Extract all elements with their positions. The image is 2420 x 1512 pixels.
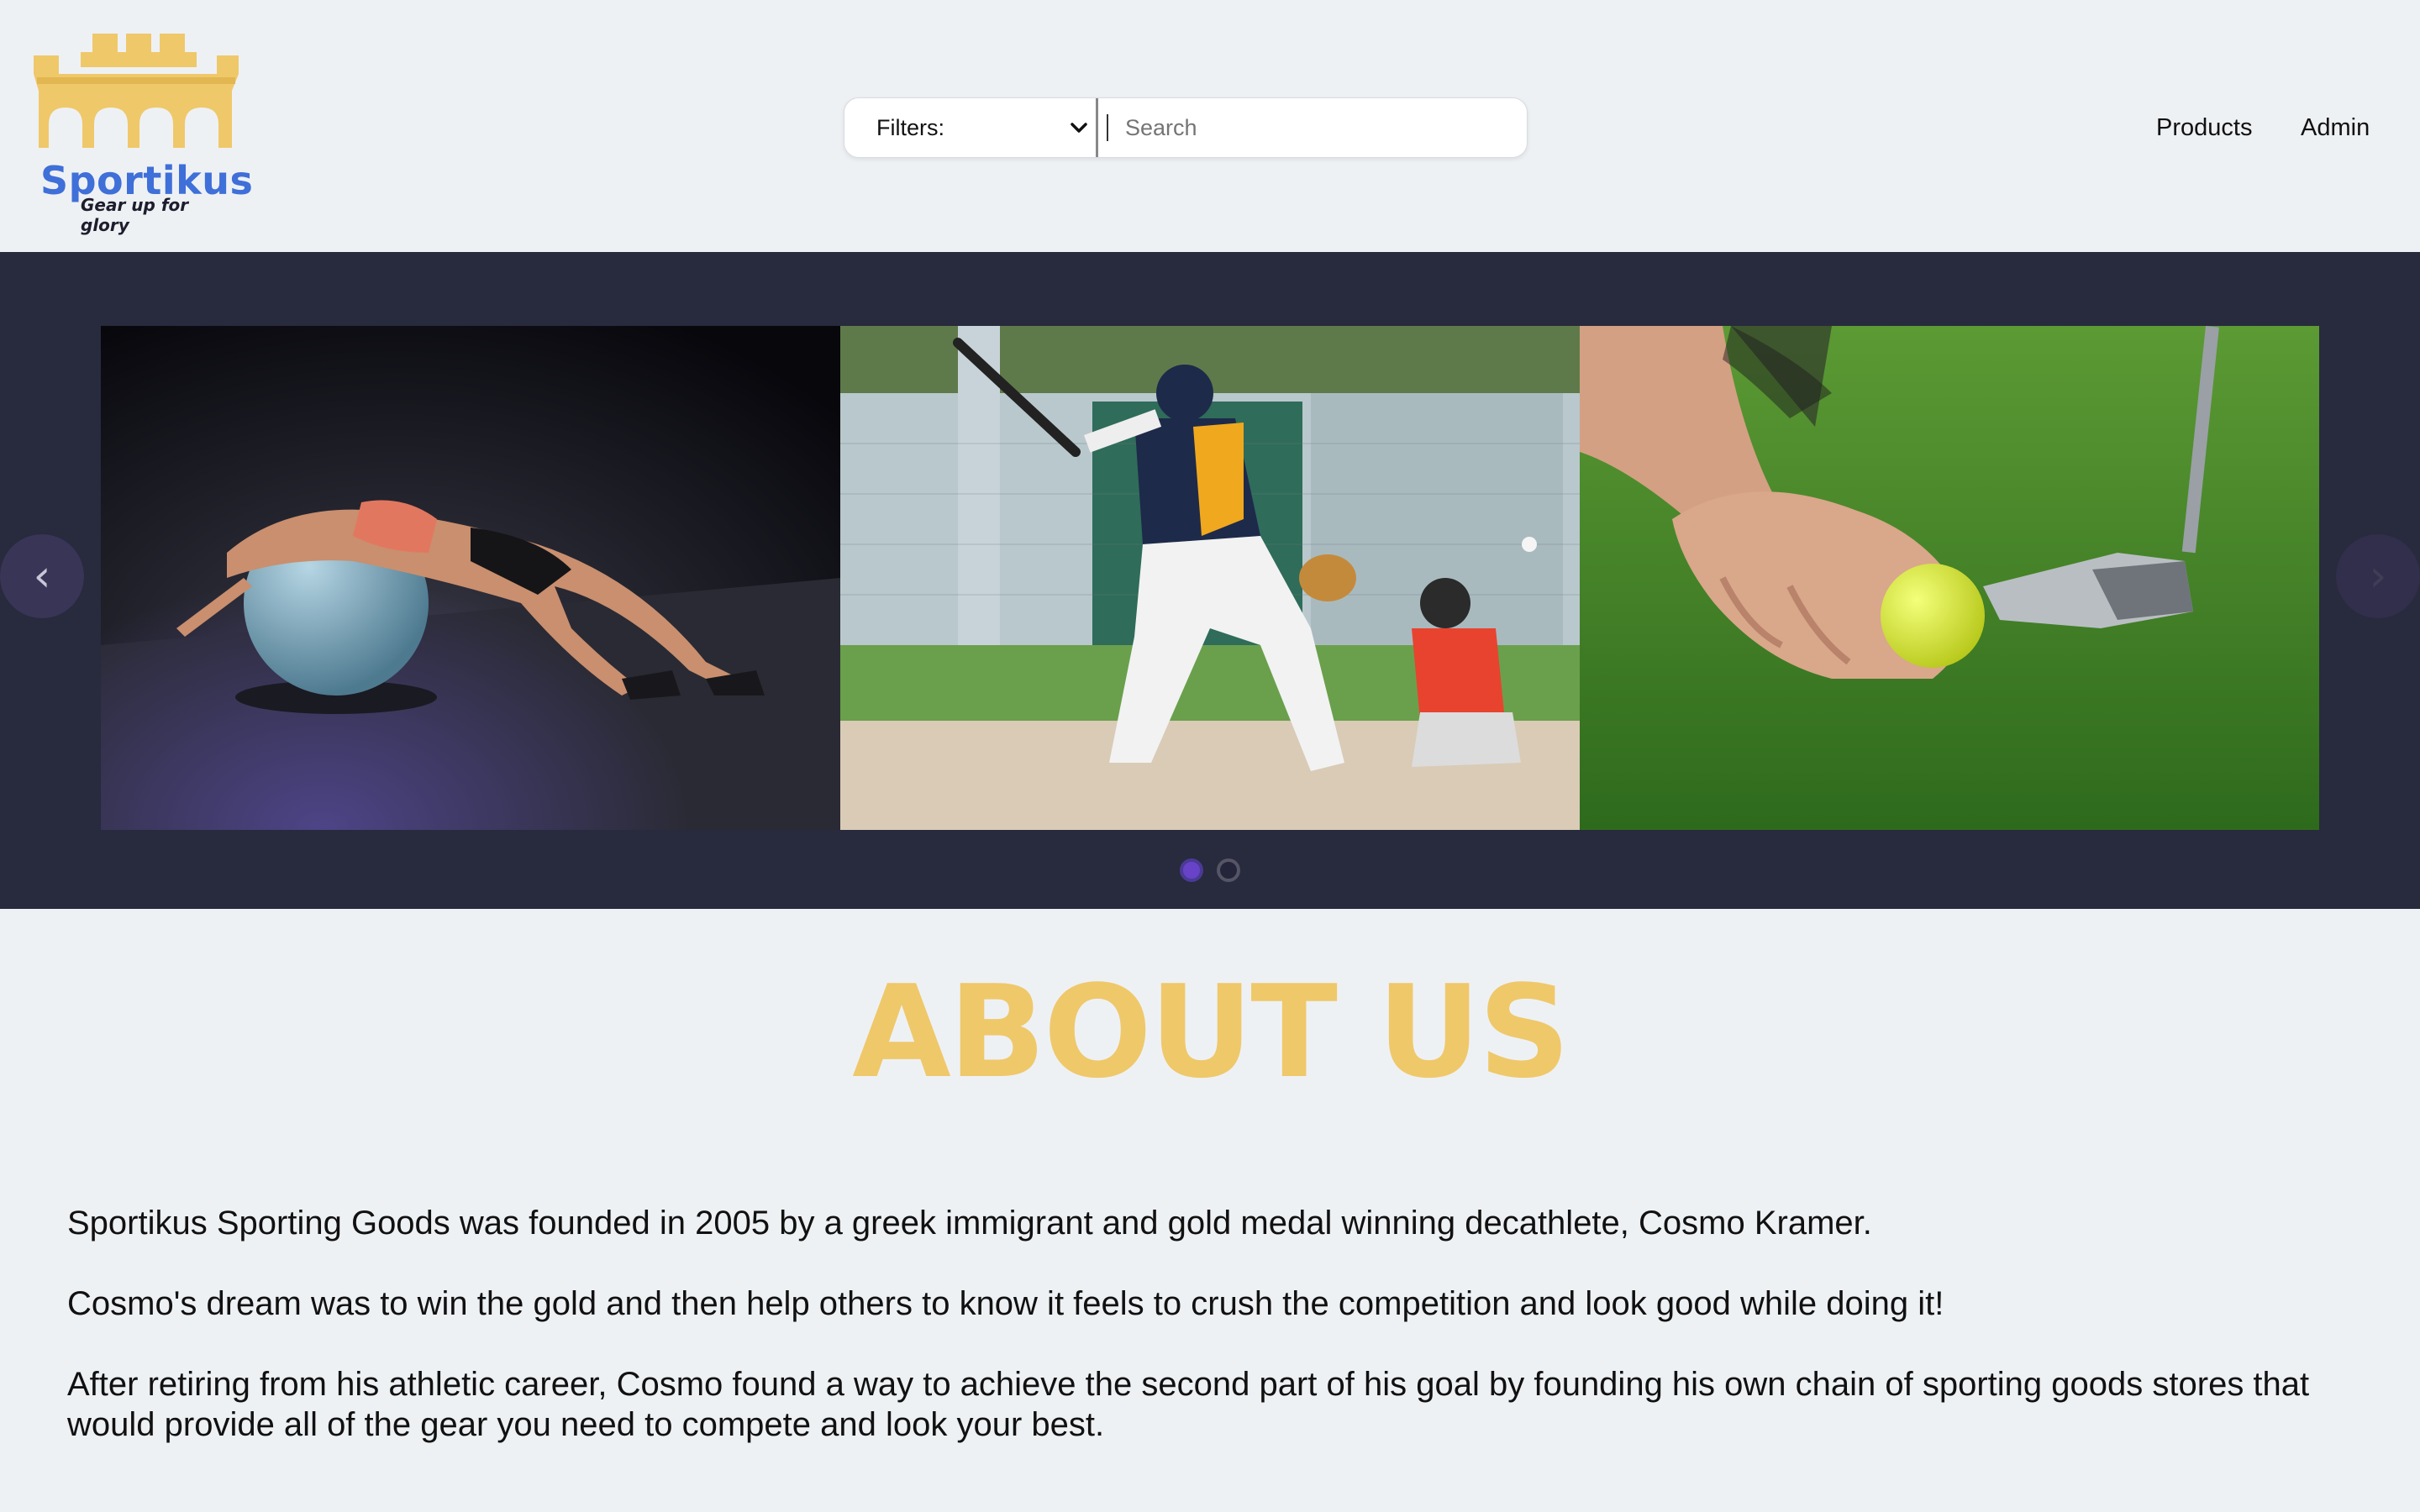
carousel-indicator-active[interactable] [1180,858,1203,882]
golf-image [1580,326,2319,830]
about-paragraph: Cosmo's dream was to win the gold and th… [67,1285,1944,1322]
carousel-next-button[interactable]: › [2336,534,2420,618]
carousel-slide[interactable] [101,326,840,830]
carousel-indicator[interactable] [1217,858,1240,882]
filter-select-value: Filters: [876,114,944,140]
brand-tagline: Gear up for glory [81,195,189,235]
search-bar: Filters: Search [844,97,1528,158]
filter-select[interactable]: Filters: [844,98,1098,157]
carousel-slide[interactable] [840,326,1580,830]
about-heading: ABOUT US [852,958,1570,1106]
hero-carousel: ‹ › [0,252,2420,909]
site-header: Sportikus Gear up for glory Filters: Sea… [0,0,2420,252]
about-paragraph: Sportikus Sporting Goods was founded in … [67,1205,1872,1242]
carousel-slide[interactable] [1580,326,2319,830]
nav-link-products[interactable]: Products [2156,114,2252,142]
fitness-ball-image [101,326,840,830]
text-caret [1107,114,1108,141]
baseball-image [840,326,1580,830]
search-placeholder: Search [1125,114,1197,140]
castle-logo-icon [34,34,239,148]
carousel-prev-button[interactable]: ‹ [0,534,84,618]
search-input[interactable]: Search [1107,98,1518,157]
sportikus-logo[interactable]: Sportikus Gear up for glory [30,30,253,235]
chevron-left-icon: ‹ [33,551,51,601]
chevron-right-icon: › [2369,551,2387,601]
chevron-down-icon [1071,123,1087,133]
nav-link-admin[interactable]: Admin [2301,114,2370,142]
about-paragraph: After retiring from his athletic career,… [67,1366,2310,1443]
